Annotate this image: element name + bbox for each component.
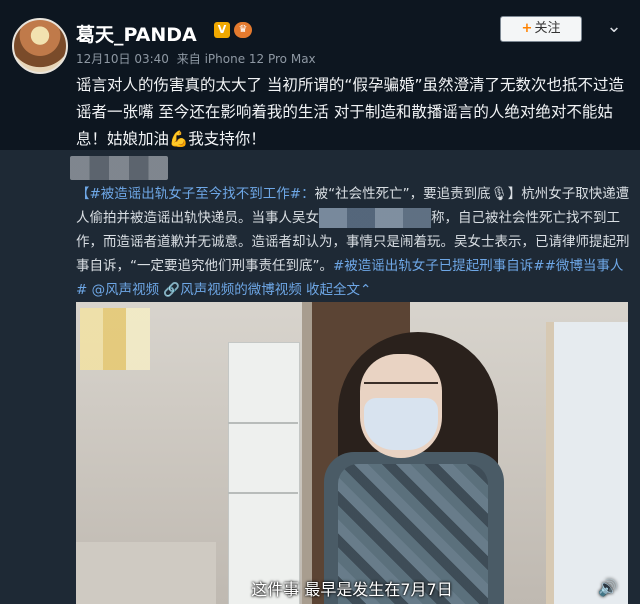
volume-icon[interactable]: 🔊 (598, 578, 620, 598)
hashtag-link[interactable]: 【#被造谣出轨女子至今找不到工作#： (76, 186, 315, 202)
chevron-up-icon[interactable]: ⌃ (360, 282, 371, 298)
follow-button[interactable]: + 关注 (500, 16, 582, 42)
video-window (546, 322, 628, 604)
post-source: 来自 iPhone 12 Pro Max (176, 52, 316, 66)
post-meta: 12月10日 03:40 来自 iPhone 12 Pro Max (76, 50, 316, 67)
video-fridge-line-2 (228, 492, 298, 494)
plus-icon: + (521, 21, 533, 36)
vip-badge-icon[interactable]: V (214, 22, 230, 38)
member-crown-icon[interactable]: ♛ (234, 22, 252, 38)
video-fridge-line (228, 422, 298, 424)
username[interactable]: 葛天_PANDA (76, 20, 197, 47)
collapse-link[interactable]: 收起全文 (302, 282, 360, 298)
repost-text: 【#被造谣出轨女子至今找不到工作#：被“社会性死亡”，要追责到底🎙】杭州女子取快… (76, 182, 632, 302)
video-player[interactable]: 这件事 最早是发生在7月7日 🔊 (76, 302, 628, 604)
video-person-mask (364, 398, 438, 450)
post-timestamp[interactable]: 12月10日 03:40 (76, 52, 169, 66)
avatar[interactable] (12, 18, 68, 74)
follow-label: 关注 (534, 21, 561, 36)
mention-link[interactable]: @风声视频 (87, 282, 160, 298)
mosaic-blur (319, 208, 431, 228)
video-link[interactable]: 🔗风声视频的微博视频 (159, 282, 301, 298)
video-blur-watermark (80, 308, 150, 370)
chevron-down-icon[interactable]: ⌄ (604, 18, 624, 38)
video-fridge (228, 342, 300, 604)
video-doorframe (302, 302, 312, 604)
video-subtitle: 这件事 最早是发生在7月7日 (251, 580, 453, 599)
video-person-glasses (364, 382, 438, 402)
post-text: 谣言对人的伤害真的太大了 当初所谓的“假孕骗婚”虽然澄清了无数次也抵不过造谣者一… (76, 76, 624, 148)
blurred-tag (70, 156, 168, 180)
